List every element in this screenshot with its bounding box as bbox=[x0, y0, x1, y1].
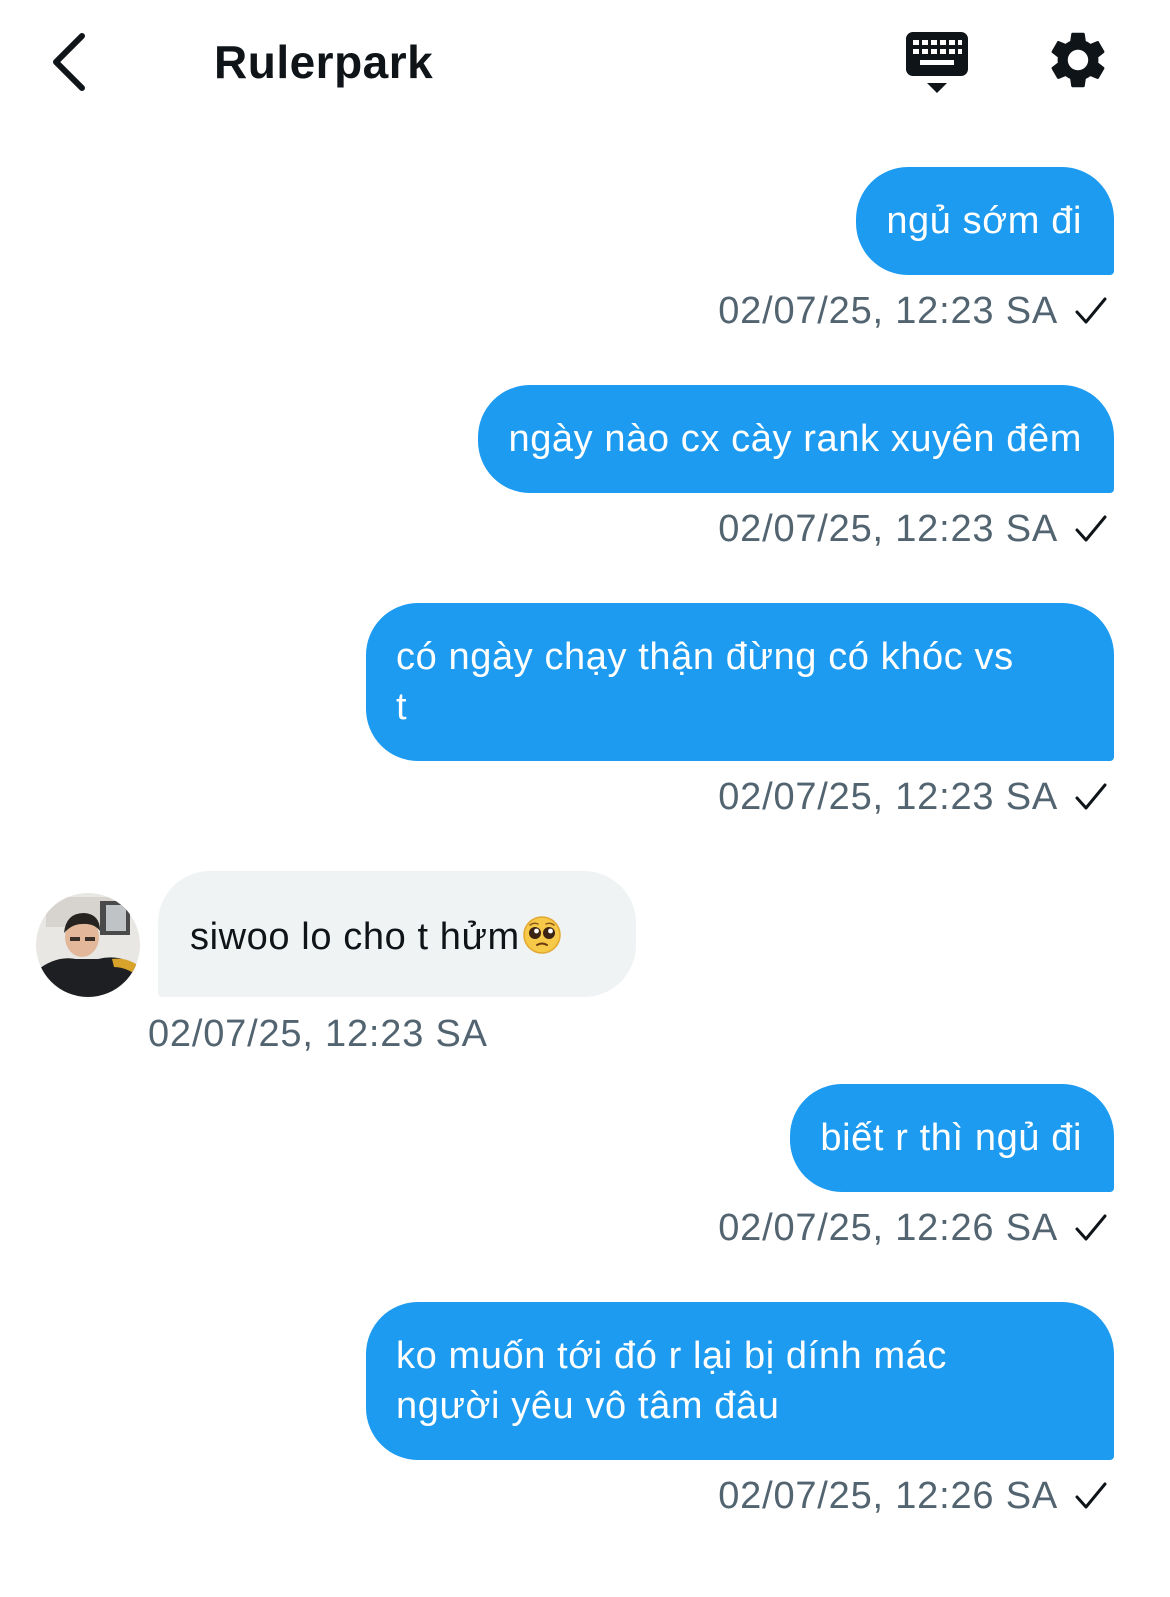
message-timestamp: 02/07/25, 12:26 SA bbox=[718, 1475, 1058, 1517]
chevron-left-icon bbox=[53, 33, 85, 91]
sent-check-icon bbox=[1075, 1214, 1107, 1241]
message-meta: 02/07/25, 12:23 SA bbox=[148, 1011, 488, 1057]
message-timestamp: 02/07/25, 12:23 SA bbox=[148, 1013, 488, 1055]
outgoing-message-bubble[interactable]: biết r thì ngủ đi bbox=[790, 1084, 1114, 1192]
profile-photo bbox=[36, 893, 140, 997]
settings-button[interactable] bbox=[1044, 26, 1112, 94]
outgoing-message-bubble[interactable]: ngủ sớm đi bbox=[856, 167, 1114, 275]
message-text-line: người yêu vô tâm đâu bbox=[396, 1385, 780, 1427]
message-text-line: t bbox=[396, 686, 408, 728]
pleading-face-icon bbox=[523, 916, 561, 954]
message-timestamp: 02/07/25, 12:23 SA bbox=[718, 508, 1058, 550]
sent-check-icon bbox=[1075, 297, 1107, 324]
message-text-line: có ngày chạy thận đừng có khóc vs bbox=[396, 636, 1014, 678]
sent-check-icon bbox=[1075, 515, 1107, 542]
message-text: biết r thì ngủ đi bbox=[820, 1117, 1082, 1159]
sent-check-icon bbox=[1075, 1482, 1107, 1509]
message-text-line: ko muốn tới đó r lại bị dính mác bbox=[396, 1335, 948, 1377]
outgoing-message-bubble[interactable]: ko muốn tới đó r lại bị dính mác người y… bbox=[366, 1302, 1114, 1460]
message-meta: 02/07/25, 12:26 SA bbox=[718, 1473, 1108, 1519]
outgoing-message-bubble[interactable]: có ngày chạy thận đừng có khóc vs t bbox=[366, 603, 1114, 761]
incoming-message-bubble[interactable]: siwoo lo cho t hửm bbox=[158, 871, 636, 997]
keyboard-icon bbox=[906, 32, 968, 93]
message-meta: 02/07/25, 12:23 SA bbox=[718, 774, 1108, 820]
message-meta: 02/07/25, 12:23 SA bbox=[718, 288, 1108, 334]
message-timestamp: 02/07/25, 12:23 SA bbox=[718, 290, 1058, 332]
message-meta: 02/07/25, 12:26 SA bbox=[718, 1205, 1108, 1251]
sent-check-icon bbox=[1075, 783, 1107, 810]
conversation-title[interactable]: Rulerpark bbox=[214, 34, 433, 90]
outgoing-message-bubble[interactable]: ngày nào cx cày rank xuyên đêm bbox=[478, 385, 1114, 493]
avatar[interactable] bbox=[36, 893, 140, 997]
message-text: ngày nào cx cày rank xuyên đêm bbox=[508, 418, 1082, 460]
message-timestamp: 02/07/25, 12:26 SA bbox=[718, 1207, 1058, 1249]
keyboard-shortcuts-button[interactable] bbox=[900, 28, 974, 98]
message-text: ngủ sớm đi bbox=[886, 200, 1082, 242]
message-meta: 02/07/25, 12:23 SA bbox=[718, 506, 1108, 552]
message-timestamp: 02/07/25, 12:23 SA bbox=[718, 776, 1058, 818]
conversation-header: Rulerpark bbox=[0, 0, 1170, 124]
back-button[interactable] bbox=[36, 26, 100, 98]
gear-icon bbox=[1051, 32, 1105, 88]
message-text: siwoo lo cho t hửm bbox=[190, 916, 520, 958]
